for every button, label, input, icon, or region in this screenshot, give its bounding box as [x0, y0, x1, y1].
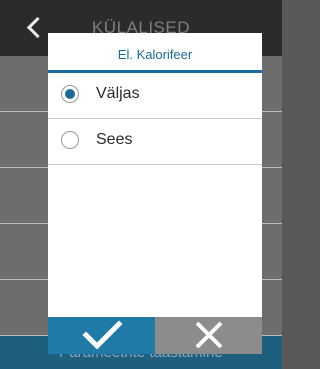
dialog-buttons	[48, 317, 262, 354]
confirm-button[interactable]	[48, 317, 155, 354]
dialog-title: El. Kalorifeer	[117, 47, 193, 62]
option-label: Väljas	[96, 85, 140, 102]
checkmark-icon	[82, 320, 123, 350]
cancel-button[interactable]	[155, 317, 262, 354]
option-valjas[interactable]: Väljas	[48, 73, 262, 119]
option-sees[interactable]: Sees	[48, 119, 262, 165]
radio-selected-icon[interactable]	[61, 85, 79, 103]
option-label: Sees	[96, 131, 133, 148]
radio-unselected-icon[interactable]	[61, 131, 79, 149]
electric-heater-dialog: El. Kalorifeer Väljas Sees	[48, 33, 262, 354]
close-icon	[195, 321, 223, 349]
